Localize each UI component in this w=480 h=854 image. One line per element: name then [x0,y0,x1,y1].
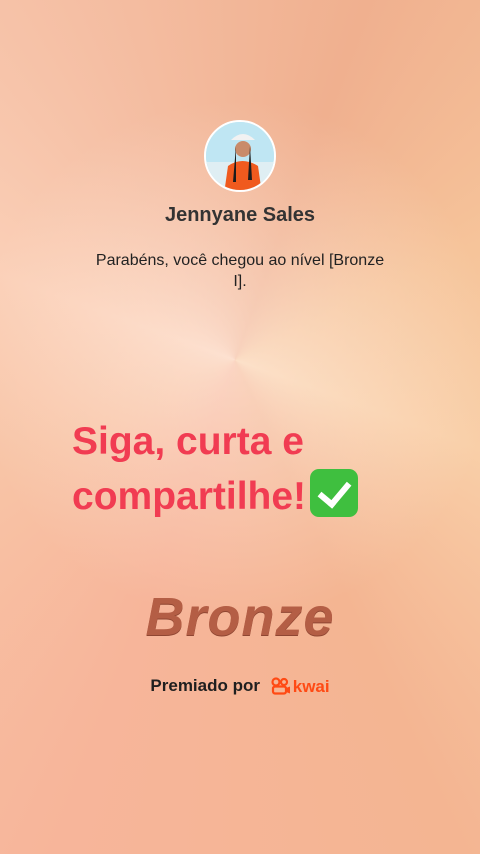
kwai-brand: kwai [292,676,330,696]
kwai-logo: kwai [271,677,330,697]
cta-text: Siga, curta e compartilhe! [72,414,472,524]
cta-line-2: compartilhe! [72,475,307,518]
awarded-by: Premiado por kwai [0,676,480,697]
profile-name: Jennyane Sales [164,204,316,226]
level-title: Bronze [145,587,335,647]
kwai-icon [271,676,290,695]
avatar-photo [206,122,274,190]
awarded-by-label: Premiado por [150,676,260,695]
cta-line-1: Siga, curta e [72,420,304,463]
congrats-message: Parabéns, você chegou ao nível [Bronze I… [95,252,385,290]
profile-avatar[interactable] [204,120,276,192]
check-mark-icon [310,469,359,517]
